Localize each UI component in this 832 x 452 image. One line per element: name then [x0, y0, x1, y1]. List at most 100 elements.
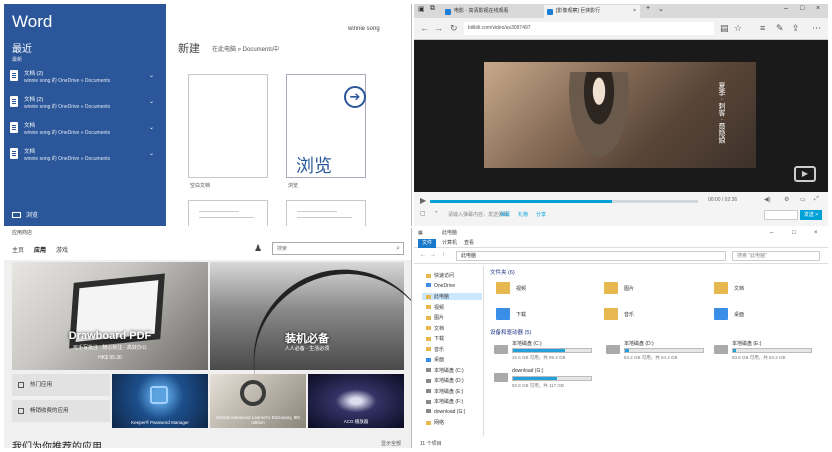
refresh-icon[interactable]: ↻ — [450, 23, 458, 34]
recent-document-item[interactable]: 文档 winnie song 的 OneDrive » Documents ⌄ — [10, 146, 162, 166]
danmu-settings-icon[interactable]: ◔ — [434, 210, 438, 216]
drive-e[interactable]: 本地磁盘 (E:) 83.6 GB 可用，共 84.2 GB — [714, 340, 814, 364]
progress-bar[interactable] — [430, 200, 698, 203]
search-input[interactable]: 搜索 "此电脑" — [732, 251, 820, 261]
folder-pictures[interactable]: 图片 — [604, 280, 684, 300]
tile-acg-player[interactable]: ACG 播放器 — [308, 374, 404, 428]
quick-access-toolbar-icon[interactable]: ▦ — [418, 228, 423, 238]
hero-essentials[interactable]: 装机必备 人人必备 · 生活必须 — [210, 244, 411, 400]
danmu-toggle-icon[interactable]: ▢ — [420, 210, 426, 217]
nav-item[interactable]: 快速访问 — [426, 272, 454, 279]
link-top-apps[interactable]: 热门应用 — [12, 374, 110, 396]
hub-icon[interactable]: ≡ — [760, 23, 765, 33]
ribbon-tab-view[interactable]: 查看 — [464, 239, 474, 248]
new-tab-icon[interactable]: + — [646, 5, 650, 12]
new-location[interactable]: 在此电脑 » Documents中 — [212, 44, 279, 53]
back-icon[interactable]: ← — [420, 23, 429, 33]
close-window-icon[interactable]: × — [814, 228, 818, 238]
folders-heading[interactable]: 文件夹 (6) — [490, 268, 515, 276]
recent-document-item[interactable]: 文档 (2) winnie song 的 OneDrive » Document… — [10, 94, 162, 114]
drive-g[interactable]: download (G:) 50.8 GB 可用，共 117 GB — [494, 368, 594, 392]
video-player[interactable]: 夏季 · 刺客 · 聂隐娘 ▶ — [414, 40, 828, 192]
pin-icon[interactable]: ⌄ — [149, 150, 154, 157]
more-icon[interactable]: ⋯ — [812, 23, 821, 34]
user-name[interactable]: winnie song — [348, 26, 380, 32]
open-other-documents[interactable]: 浏览 — [12, 210, 38, 219]
widescreen-icon[interactable]: ▭ — [800, 196, 806, 203]
tab-games[interactable]: 游戏 — [56, 245, 68, 254]
nav-item[interactable]: 网络 — [426, 419, 444, 426]
tile-keeper[interactable]: Keeper® Password Manager — [112, 374, 208, 428]
template-thumbnail[interactable] — [188, 200, 268, 226]
account-icon[interactable]: ♟ — [254, 243, 262, 254]
nav-item[interactable]: 音乐 — [426, 346, 444, 353]
share-icon[interactable]: ⇪ — [792, 23, 800, 34]
tab-list-icon[interactable]: ⌄ — [658, 5, 664, 13]
nav-item[interactable]: download (G:) — [426, 409, 465, 415]
maximize-icon[interactable]: □ — [792, 228, 796, 238]
forward-icon[interactable]: → — [434, 23, 443, 33]
folder-downloads[interactable]: 下载 — [496, 306, 576, 326]
reading-view-icon[interactable]: ▤ — [720, 23, 729, 34]
folder-videos[interactable]: 视频 — [496, 280, 576, 300]
ribbon-tab-file[interactable]: 文件 — [418, 239, 436, 248]
tab-video-active[interactable]: [影像观察] 巨侠影行 × — [544, 5, 640, 18]
recent-document-item[interactable]: 文档 winnie song 的 OneDrive » Documents ⌄ — [10, 120, 162, 140]
maximize-icon[interactable]: □ — [800, 5, 804, 12]
nav-item[interactable]: 视频 — [426, 304, 444, 311]
play-icon[interactable]: ▶ — [420, 196, 426, 205]
drive-d[interactable]: 本地磁盘 (D:) 83.2 GB 可用，共 84.2 GB — [606, 340, 706, 364]
tag-share[interactable]: 分享 — [536, 211, 546, 218]
pin-icon[interactable]: ⌄ — [149, 124, 154, 131]
tab-apps[interactable]: 应用 — [34, 245, 46, 254]
arrow-right-circle-icon[interactable]: ➔ — [344, 86, 366, 108]
hero-drawboard-pdf[interactable]: Drawboard PDF 可手写批注 · 随心标注 · 高效办公 HK$ 95… — [12, 262, 208, 370]
drive-c[interactable]: 本地磁盘 (C:) 32.6 GB 可用，共 99.2 GB — [494, 340, 594, 364]
tile-oxford[interactable]: Oxford Advanced Learner's Dictionary, 8t… — [210, 374, 306, 428]
search-icon[interactable]: ⌕ — [396, 243, 400, 255]
template-blank-document[interactable] — [188, 74, 268, 178]
show-all-link[interactable]: 显示全部 — [381, 440, 401, 447]
send-button[interactable]: 发送 > — [800, 210, 822, 220]
folder-desktop[interactable]: 桌面 — [714, 306, 794, 326]
pin-icon[interactable]: ⌄ — [149, 72, 154, 79]
devices-heading[interactable]: 设备和驱动器 (5) — [490, 328, 531, 336]
recent-document-item[interactable]: 文档 (2) winnie song 的 OneDrive » Document… — [10, 68, 162, 88]
folder-music[interactable]: 音乐 — [604, 306, 684, 326]
tab-home[interactable]: 主页 — [12, 245, 24, 254]
video-frame[interactable]: 夏季 · 刺客 · 聂隐娘 — [484, 62, 756, 168]
address-input[interactable]: bilibili.com/video/av3097497 — [464, 22, 714, 35]
ribbon-tab-computer[interactable]: 计算机 — [442, 239, 457, 248]
link-top-paid[interactable]: 畅销收费的应用 — [12, 400, 110, 422]
favorite-star-icon[interactable]: ☆ — [734, 23, 742, 34]
fullscreen-icon[interactable]: ⤢ — [814, 196, 819, 203]
note-icon[interactable]: ✎ — [776, 23, 784, 34]
forward-icon[interactable]: → — [430, 252, 436, 258]
volume-icon[interactable]: ◀) — [764, 196, 771, 203]
minimize-icon[interactable]: – — [784, 5, 788, 12]
settings-icon[interactable]: ⚙ — [784, 196, 789, 203]
back-icon[interactable]: ← — [420, 252, 426, 258]
folder-documents[interactable]: 文档 — [714, 280, 794, 300]
nav-item[interactable]: 本地磁盘 (D:) — [426, 377, 464, 384]
tab-video-site[interactable]: 电影 · 高清影视在线观看 — [442, 5, 542, 18]
nav-item[interactable]: 本地磁盘 (F:) — [426, 398, 463, 405]
tab-preview-icon[interactable]: ▣ — [418, 5, 425, 13]
store-search-input[interactable]: 搜索 ⌕ — [272, 242, 404, 255]
close-window-icon[interactable]: × — [816, 5, 820, 12]
close-tab-icon[interactable]: × — [633, 5, 636, 18]
nav-item[interactable]: 文档 — [426, 325, 444, 332]
send-input-box[interactable] — [764, 210, 798, 220]
address-input[interactable]: 此电脑 — [456, 251, 726, 261]
pin-icon[interactable]: ⌄ — [149, 98, 154, 105]
minimize-icon[interactable]: – — [770, 228, 773, 238]
up-icon[interactable]: ↑ — [442, 252, 445, 258]
nav-item[interactable]: OneDrive — [426, 283, 455, 289]
nav-item[interactable]: 桌面 — [426, 356, 444, 363]
tag-gift[interactable]: 礼物 — [518, 211, 528, 218]
nav-item[interactable]: 下载 — [426, 335, 444, 342]
nav-item[interactable]: 本地磁盘 (E:) — [426, 388, 463, 395]
nav-item[interactable]: 此电脑 — [422, 293, 482, 300]
nav-item[interactable]: 图片 — [426, 314, 444, 321]
nav-item[interactable]: 本地磁盘 (C:) — [426, 367, 464, 374]
